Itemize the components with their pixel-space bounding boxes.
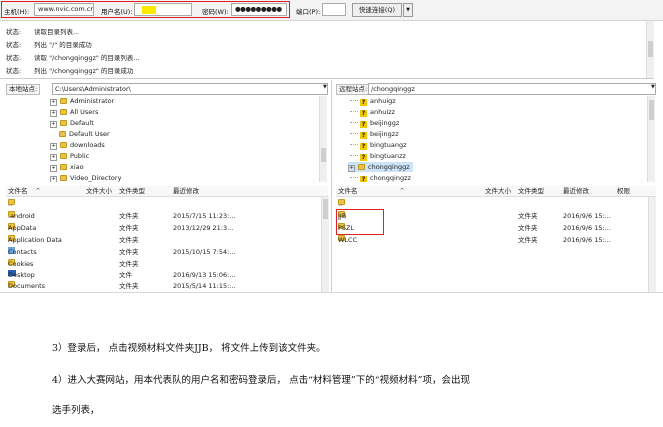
expand-icon: + (50, 110, 57, 117)
remote-tree: ? anhuigz ? anhuizz ? beijinggz ? beijingzz … (336, 96, 656, 182)
column-modified[interactable]: 最近修改 (563, 186, 589, 196)
instruction-step-4: 4）进入大赛网站，用本代表队的用户名和密码登录后， 点击“材料管理”下的“视频材… (52, 375, 470, 386)
unknown-folder-icon: ? (360, 99, 367, 106)
tree-item[interactable]: ? beijinggz (350, 118, 399, 128)
local-path-dropdown-icon[interactable]: ▼ (323, 84, 327, 90)
column-type[interactable]: 文件类型 (518, 186, 544, 196)
local-path-input[interactable]: C:\Users\Administrator\ (52, 83, 328, 95)
column-permissions[interactable]: 权限 (617, 186, 630, 196)
tree-item[interactable]: + Video_Directory (50, 173, 121, 182)
unknown-folder-icon: ? (360, 121, 367, 128)
tree-item[interactable]: + All Users (50, 107, 98, 117)
list-item[interactable]: Desktop 文件 2016/9/13 15:06:... (6, 270, 320, 281)
unknown-folder-icon: ? (360, 176, 367, 182)
sort-indicator-icon: ^ (400, 188, 405, 194)
column-name[interactable]: 文件名 (338, 186, 358, 196)
status-log: 状态: 读取目录列表... 状态: 列出 "/" 的目录成功 状态: 读取 "/cho… (0, 21, 654, 79)
tree-item[interactable]: + Public (50, 151, 89, 161)
list-item[interactable]: Documents 文件夹 2015/5/14 11:15:... (6, 281, 320, 292)
port-input[interactable] (322, 3, 346, 16)
unknown-folder-icon: ? (360, 110, 367, 117)
tree-item[interactable]: + xiao (50, 162, 84, 172)
expand-icon: + (50, 99, 57, 106)
panel-splitter[interactable] (331, 80, 332, 292)
tree-item[interactable]: ? beijingzz (350, 129, 399, 139)
list-item[interactable]: AppData 文件夹 2013/12/29 21:3... (6, 223, 320, 234)
quickconnect-dropdown-button[interactable]: ▼ (403, 3, 413, 17)
quickconnect-button[interactable]: 快速连接(Q) (352, 3, 402, 17)
tree-item[interactable]: ? bingtuanzz (350, 151, 406, 161)
expand-icon: + (50, 154, 57, 161)
folder-icon (60, 164, 67, 170)
column-type[interactable]: 文件类型 (119, 186, 145, 196)
folder-icon (60, 120, 67, 126)
target-folder-highlight-box (336, 209, 384, 235)
list-item[interactable]: Application Data 文件夹 (6, 235, 320, 246)
list-item[interactable]: .. (6, 199, 320, 210)
local-tree: + Administrator + All Users + Default Defau… (6, 96, 328, 182)
expand-icon: + (50, 121, 57, 128)
remote-path-dropdown-icon[interactable]: ▼ (651, 84, 655, 90)
list-item[interactable]: .android 文件夹 2015/7/15 11:23:... (6, 211, 320, 222)
folder-icon (60, 175, 67, 181)
login-fields-highlight-box (1, 1, 290, 18)
folder-icon (60, 142, 67, 148)
remote-site-label: 远程站点: (336, 84, 371, 95)
tree-item-selected[interactable]: + chongqinggz (348, 162, 413, 172)
remote-tree-scrollbar[interactable] (647, 96, 655, 182)
folder-icon (60, 109, 67, 115)
local-site-bar: 本地站点: C:\Users\Administrator\ ▼ (6, 83, 328, 95)
sort-indicator-icon: ^ (36, 188, 41, 194)
panel-bottom-border (0, 292, 663, 293)
expand-icon: + (50, 165, 57, 172)
column-modified[interactable]: 最近修改 (173, 186, 199, 196)
status-line: 状态: 读取目录列表... (6, 28, 80, 36)
unknown-folder-icon: ? (360, 143, 367, 150)
folder-icon (59, 131, 66, 137)
unknown-folder-icon: ? (360, 132, 367, 139)
tree-item[interactable]: ? chongqingzz (350, 173, 411, 182)
list-item[interactable]: WLCC 文件夹 2016/9/6 15:... (336, 235, 646, 246)
instruction-step-3: 3）登录后， 点击视频材料文件夹JJB， 将文件上传到该文件夹。 (52, 343, 326, 354)
tree-item[interactable]: ? anhuizz (350, 107, 395, 117)
local-tree-scrollbar[interactable] (319, 96, 327, 182)
local-site-label: 本地站点: (6, 84, 41, 95)
remote-file-list-header: 文件名 ^ 文件大小 文件类型 最近修改 权限 (336, 186, 656, 197)
tree-item[interactable]: + downloads (50, 140, 105, 150)
column-name[interactable]: 文件名 (8, 186, 28, 196)
expand-icon: + (50, 176, 57, 182)
local-file-scrollbar[interactable] (321, 197, 329, 292)
tree-item[interactable]: ? anhuigz (350, 96, 396, 106)
port-label: 端口(P): (296, 8, 321, 16)
unknown-folder-icon: ? (360, 154, 367, 161)
folder-icon (60, 153, 67, 159)
remote-path-input[interactable]: /chongqinggz (368, 83, 656, 95)
list-item[interactable]: Cookies 文件夹 (6, 259, 320, 270)
column-size[interactable]: 文件大小 (86, 186, 112, 196)
status-line: 状态: 列出 "/chongqinggz" 的目录成功 (6, 67, 134, 75)
status-scrollbar[interactable] (646, 21, 654, 78)
expand-icon: + (348, 165, 355, 172)
tree-item[interactable]: Default User (59, 129, 110, 139)
remote-site-bar: 远程站点: /chongqinggz ▼ (336, 83, 656, 95)
tree-item[interactable]: + Default (50, 118, 94, 128)
column-size[interactable]: 文件大小 (485, 186, 511, 196)
folder-icon (60, 98, 67, 104)
expand-icon: + (50, 143, 57, 150)
folder-icon (358, 164, 365, 170)
remote-file-scrollbar[interactable] (648, 197, 656, 292)
tree-item[interactable]: ? bingtuangz (350, 140, 407, 150)
instruction-step-4-continued: 选手列表， (52, 405, 100, 416)
local-file-list-header: 文件名 ^ 文件大小 文件类型 最近修改 (6, 186, 328, 197)
tree-item[interactable]: + Administrator (50, 96, 114, 106)
status-line: 状态: 列出 "/" 的目录成功 (6, 41, 92, 49)
list-item[interactable]: Contacts 文件夹 2015/10/15 7:54:... (6, 247, 320, 258)
status-line: 状态: 读取 "/chongqinggz" 的目录列表... (6, 54, 140, 62)
